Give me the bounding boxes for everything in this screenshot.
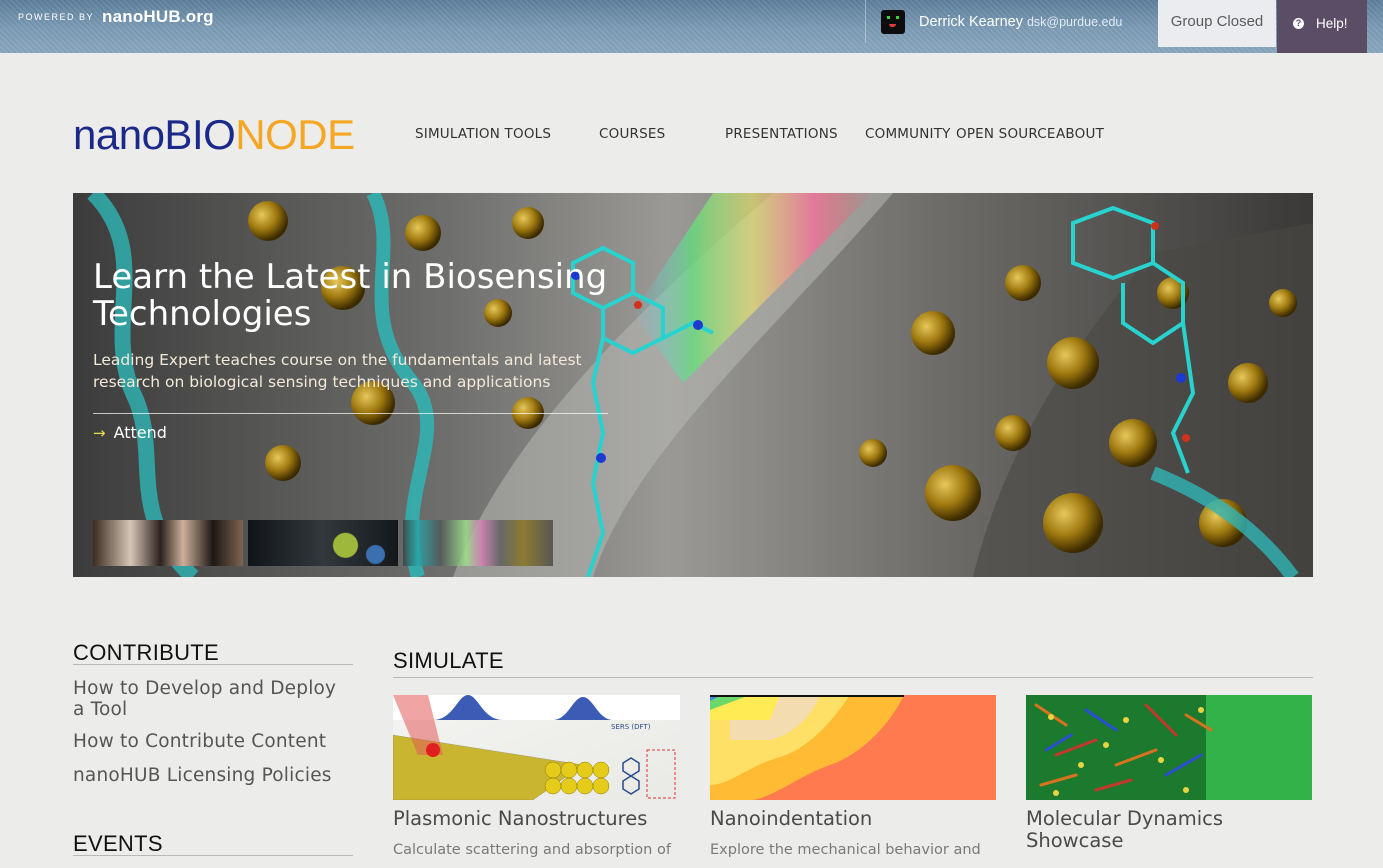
powered-by-label: POWERED BY xyxy=(18,12,95,22)
hero-divider xyxy=(93,413,608,414)
card-title-plasmonic[interactable]: Plasmonic Nanostructures xyxy=(393,808,683,830)
hero-title: Learn the Latest in Biosensing Technolog… xyxy=(93,257,608,334)
help-button[interactable]: ? Help! xyxy=(1277,0,1367,53)
user-name[interactable]: Derrick Kearney xyxy=(919,14,1023,30)
user-menu[interactable]: Derrick Kearney dsk@purdue.edu xyxy=(865,0,1157,43)
nav-about[interactable]: ABOUT xyxy=(1056,126,1104,142)
molecular-dynamics-card-image[interactable] xyxy=(1026,695,1312,800)
link-licensing-policies[interactable]: nanoHUB Licensing Policies xyxy=(73,765,353,786)
avatar[interactable] xyxy=(881,9,905,34)
simulate-divider xyxy=(393,677,1313,678)
top-bar: POWERED BY nanoHUB.org Derrick Kearney d… xyxy=(0,0,1383,53)
help-label: Help! xyxy=(1316,16,1348,31)
simulate-heading: SIMULATE xyxy=(393,648,504,673)
plasmonic-card-image[interactable]: SERS (DFT) xyxy=(393,695,680,800)
nanohub-logo[interactable]: nanoHUB.org xyxy=(102,7,214,27)
hero-carousel[interactable]: Learn the Latest in Biosensing Technolog… xyxy=(73,193,1313,577)
contribute-divider xyxy=(73,664,353,665)
events-divider xyxy=(73,855,353,856)
nanoindentation-card-image[interactable] xyxy=(710,695,996,800)
carousel-thumbnails xyxy=(93,520,553,566)
hero-subtitle: Leading Expert teaches course on the fun… xyxy=(93,351,582,391)
link-develop-deploy-tool[interactable]: How to Develop and Deploy a Tool xyxy=(73,678,353,720)
nav-community[interactable]: COMMUNITY xyxy=(865,126,951,142)
arrow-right-icon: → xyxy=(93,423,106,442)
nav-open-source[interactable]: OPEN SOURCE xyxy=(956,126,1056,142)
card-title-molecular-dynamics[interactable]: Molecular Dynamics Showcase xyxy=(1026,808,1316,852)
card-desc-nanoindentation: Explore the mechanical behavior and xyxy=(710,842,981,858)
events-heading: EVENTS xyxy=(73,831,163,856)
nav-simulation-tools[interactable]: SIMULATION TOOLS xyxy=(415,126,551,142)
carousel-thumbnail-3[interactable] xyxy=(403,520,553,566)
nav-presentations[interactable]: PRESENTATIONS xyxy=(725,126,838,142)
carousel-thumbnail-1[interactable] xyxy=(93,520,243,566)
link-contribute-content[interactable]: How to Contribute Content xyxy=(73,731,353,752)
user-email: dsk@purdue.edu xyxy=(1026,14,1123,29)
powered-by-nanohub[interactable]: POWERED BY nanoHUB.org xyxy=(18,7,214,27)
logo-part-node: NODE xyxy=(235,111,355,158)
carousel-thumbnail-2[interactable] xyxy=(248,520,398,566)
question-icon: ? xyxy=(1293,18,1304,29)
group-status-button[interactable]: Group Closed xyxy=(1158,0,1276,47)
contribute-heading: CONTRIBUTE xyxy=(73,640,219,665)
nav-courses[interactable]: COURSES xyxy=(599,126,665,142)
sers-label: SERS (DFT) xyxy=(611,723,651,731)
card-desc-plasmonic: Calculate scattering and absorption of xyxy=(393,842,671,858)
site-logo[interactable]: nanoBIONODE xyxy=(73,111,355,159)
attend-label: Attend xyxy=(113,423,167,442)
logo-part-nanobio: nanoBIO xyxy=(73,111,236,158)
attend-link[interactable]: → Attend xyxy=(93,423,167,442)
card-title-nanoindentation[interactable]: Nanoindentation xyxy=(710,808,1000,830)
